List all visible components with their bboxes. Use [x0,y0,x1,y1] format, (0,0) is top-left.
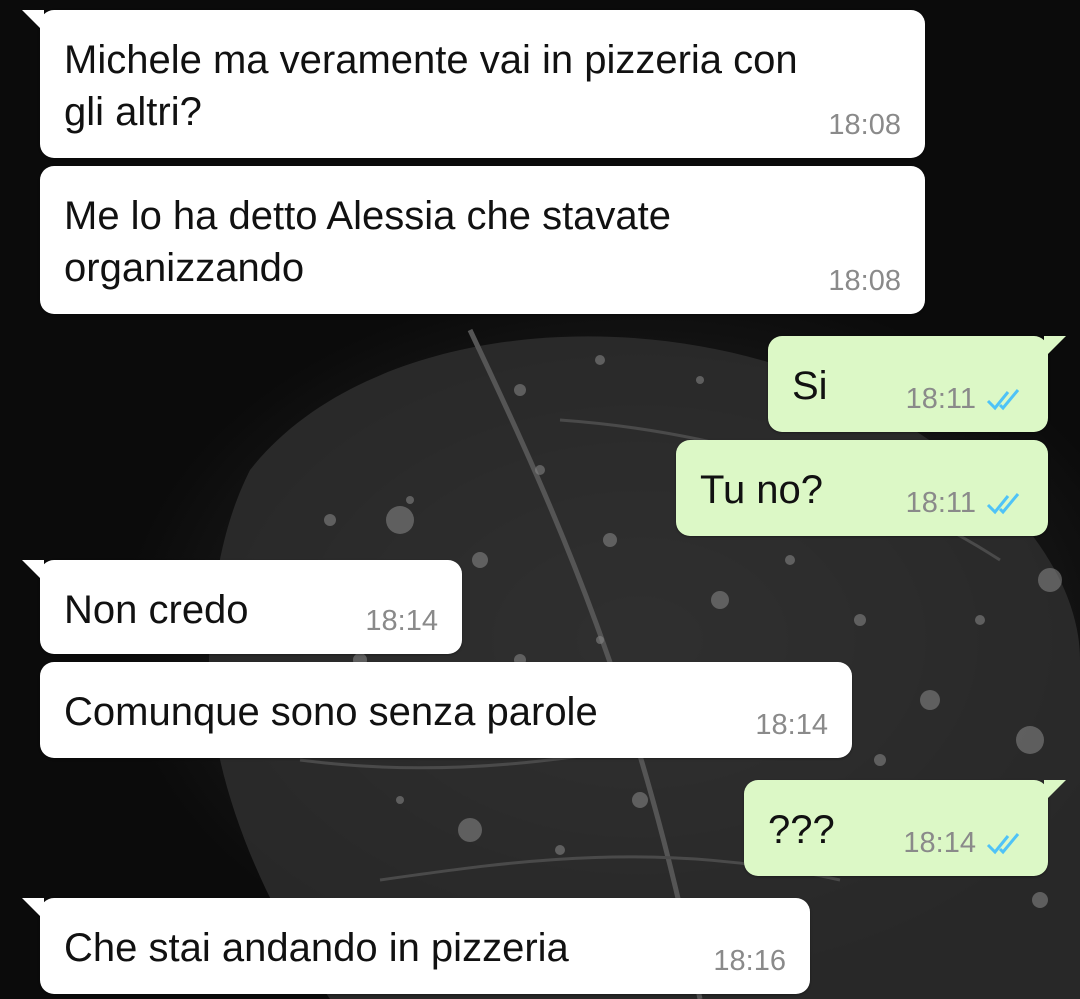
incoming-message-bubble[interactable]: Che stai andando in pizzeria 18:16 [22,898,810,994]
incoming-message-bubble[interactable]: Michele ma veramente vai in pizzeria con… [22,10,925,158]
incoming-message-bubble[interactable]: Me lo ha detto Alessia che stavate organ… [40,166,925,314]
message-timestamp: 18:08 [828,109,901,141]
double-check-read-icon [986,493,1020,515]
outgoing-message-bubble[interactable]: Si 18:11 [768,336,1066,432]
double-check-read-icon [986,389,1020,411]
message-timestamp: 18:16 [713,945,786,977]
message-timestamp: 18:11 [905,487,976,519]
incoming-message-bubble[interactable]: Non credo 18:14 [22,560,462,654]
message-text: Tu no? [700,468,824,512]
message-text: Si [792,364,828,408]
outgoing-message-bubble[interactable]: ??? 18:14 [744,780,1066,876]
message-text: Comunque sono senza parole [64,690,598,734]
message-timestamp: 18:14 [365,605,438,637]
message-timestamp: 18:11 [905,383,976,415]
message-text: Che stai andando in pizzeria [64,926,569,970]
message-timestamp: 18:08 [828,265,901,297]
double-check-read-icon [986,833,1020,855]
incoming-message-bubble[interactable]: Comunque sono senza parole 18:14 [40,662,852,758]
message-text: Me lo ha detto Alessia che stavate organ… [64,194,672,290]
message-text: Non credo [64,588,249,632]
message-text: ??? [768,808,835,852]
message-timestamp: 18:14 [903,827,976,859]
outgoing-message-bubble[interactable]: Tu no? 18:11 [676,440,1048,536]
message-text: Michele ma veramente vai in pizzeria con… [64,38,798,134]
message-timestamp: 18:14 [755,709,828,741]
